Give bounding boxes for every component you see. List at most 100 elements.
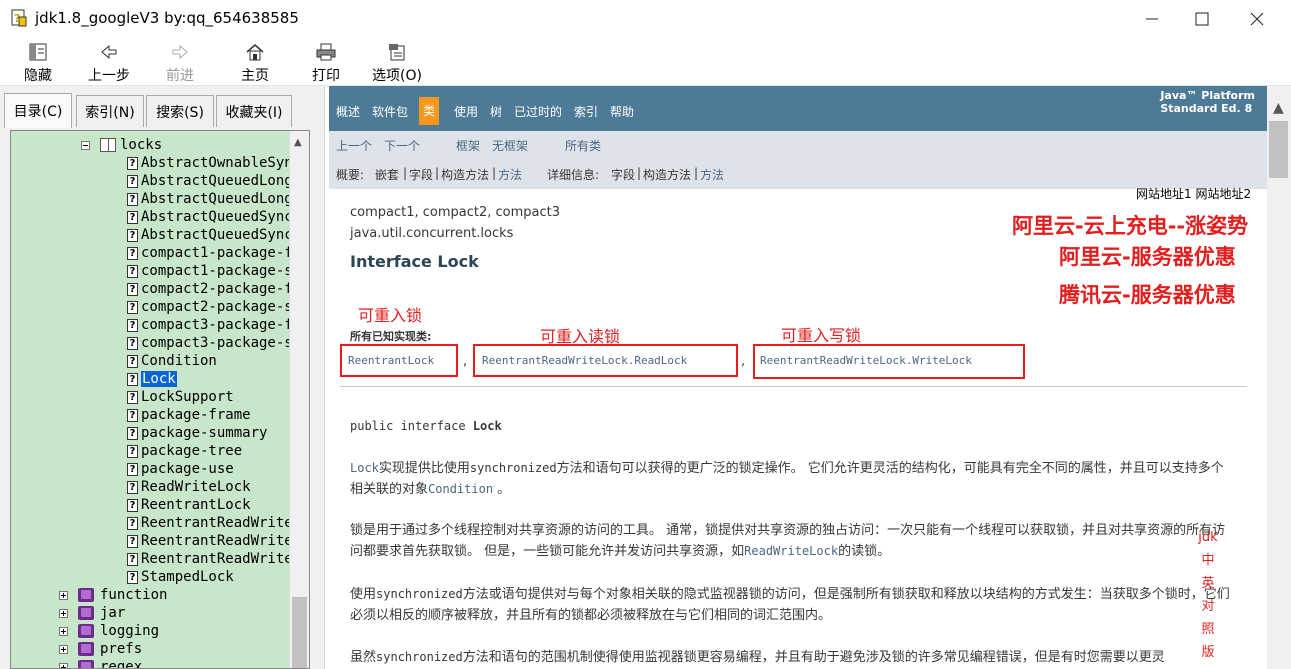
tree-item[interactable]: ? compact2-package-fr [127,280,301,298]
nav-index[interactable]: 索引 [574,103,598,120]
nav-overview[interactable]: 概述 [336,103,360,120]
tree-item[interactable]: ? AbstractQueuedSync [127,226,293,244]
scroll-up-arrow-icon[interactable]: ▲ [1273,100,1284,116]
impl-link-readlock[interactable]: ReentrantReadWriteLock.ReadLock [482,354,687,367]
nav-class[interactable]: 类 [419,97,440,125]
tree-node[interactable]: jar [59,604,125,622]
prev-class-link[interactable]: 上一个 [336,137,372,154]
help-topic-icon: ? [127,210,138,224]
tree-node[interactable]: regex [59,658,142,668]
impl-link-writelock[interactable]: ReentrantReadWriteLock.WriteLock [760,354,972,367]
tab-search[interactable]: 搜索(S) [146,95,214,127]
close-icon [1250,12,1264,26]
minimize-button[interactable] [1127,0,1177,38]
side-annotation-char: 英 [1201,576,1215,591]
expand-icon[interactable] [59,590,68,600]
toolbar: 隐藏 上一步 前进 主页 打印 选项(O) [0,38,1291,86]
no-frames-link[interactable]: 无框架 [492,137,528,154]
tree-list: locks? AbstractOwnableSyn? AbstractQueuedL… [11,131,301,668]
tree-node-locks[interactable]: locks [81,136,162,154]
tree-item[interactable]: ? ReentrantReadWrite [127,532,293,550]
nav-package[interactable]: 软件包 [372,103,408,120]
tab-favorites[interactable]: 收藏夹(I) [216,95,292,127]
tree-item[interactable]: ? ReentrantLock [127,496,251,514]
tree-scroll-thumb[interactable] [292,597,307,668]
tab-contents[interactable]: 目录(C) [4,93,72,128]
tree-item[interactable]: ? AbstractOwnableSyn [127,154,293,172]
tree-node[interactable]: prefs [59,640,142,658]
content-scroll-thumb[interactable] [1269,121,1288,178]
tree-item[interactable]: ? Condition [127,352,217,370]
tab-index[interactable]: 索引(N) [76,95,144,127]
tree-item[interactable]: ? compact1-package-s [127,262,293,280]
ad-line-1[interactable]: 阿里云-云上充电--涨姿势 [1012,210,1248,240]
content-scrollbar[interactable]: ▲ [1267,86,1291,669]
page-title: Interface Lock [350,252,479,271]
tree-item[interactable]: ? ReadWriteLock [127,478,251,496]
tree-scrollbar[interactable]: ▲ [289,131,309,668]
summary-nested: 嵌套 [375,168,400,182]
maximize-button[interactable] [1177,0,1227,38]
tree-item[interactable]: ? ReentrantReadWrite [127,514,293,532]
tree-node[interactable]: function [59,586,167,604]
nav-help[interactable]: 帮助 [610,103,634,120]
help-topic-icon: ? [127,318,138,332]
scroll-up-arrow-icon[interactable]: ▲ [294,137,302,148]
tree-item[interactable]: ? package-tree [127,442,242,460]
nav-use[interactable]: 使用 [454,103,478,120]
tree-item[interactable]: ? LockSupport [127,388,234,406]
tree-item[interactable]: ? AbstractQueuedLong [127,172,293,190]
platform-label: Java™ Platform Standard Ed. 8 [1160,89,1255,115]
help-topic-icon: ? [127,534,138,548]
back-button[interactable]: 上一步 [84,41,134,85]
print-button[interactable]: 打印 [306,41,346,85]
home-button[interactable]: 主页 [235,41,275,85]
help-topic-icon: ? [127,390,138,404]
content-pane: 概述 软件包 类 使用 树 已过时的 索引 帮助 Java™ Platform S… [326,86,1291,669]
nav-deprecated[interactable]: 已过时的 [514,103,562,120]
expand-icon[interactable] [59,662,68,668]
contents-tree[interactable]: locks? AbstractOwnableSyn? AbstractQueuedL… [10,130,310,669]
hide-button[interactable]: 隐藏 [20,41,56,85]
tree-node[interactable]: logging [59,622,159,640]
side-annotation-char: 版 [1201,645,1215,660]
ad-site-links[interactable]: 网站地址1 网站地址2 [1136,185,1251,202]
window-title: jdk1.8_googleV3 by:qq_654638585 [35,9,299,27]
tree-item[interactable]: ? compact3-package-s [127,334,293,352]
close-button[interactable] [1232,0,1282,38]
javadoc-navbar: 概述 软件包 类 使用 树 已过时的 索引 帮助 Java™ Platform S… [329,86,1267,131]
tree-item[interactable]: ? ReentrantReadWrite [127,550,293,568]
tree-item[interactable]: ? package-frame [127,406,251,424]
next-class-link[interactable]: 下一个 [384,137,420,154]
options-button[interactable]: 选项(O) [368,41,426,85]
tree-item[interactable]: ? compact1-package-fr [127,244,301,262]
tree-item[interactable]: ? compact3-package-fr [127,316,301,334]
collapse-icon[interactable] [81,140,90,150]
description-para-1: Lock实现提供比使用synchronized方法和语句可以获得的更广泛的锁定操… [350,461,1224,497]
tree-item[interactable]: ? package-use [127,460,234,478]
nav-tree[interactable]: 树 [490,103,502,120]
tree-item[interactable]: ? compact2-package-s [127,298,293,316]
tree-item[interactable]: ? AbstractQueuedLong [127,190,293,208]
tree-item[interactable]: ? StampedLock [127,568,234,586]
summary-constructor: 构造方法 [441,168,490,182]
all-classes-link[interactable]: 所有类 [565,137,601,154]
expand-icon[interactable] [59,608,68,618]
help-topic-icon: ? [127,192,138,206]
ad-line-3[interactable]: 腾讯云-服务器优惠 [1059,279,1236,309]
tree-item[interactable]: ? AbstractQueuedSync [127,208,293,226]
tree-item[interactable]: ? package-summary [127,424,267,442]
detail-method-link[interactable]: 方法 [700,166,724,183]
impl-link-reentrantlock[interactable]: ReentrantLock [348,354,434,367]
expand-icon[interactable] [59,626,68,636]
expand-icon[interactable] [59,644,68,654]
printer-icon [316,43,336,61]
summary-method-link[interactable]: 方法 [498,166,522,183]
help-topic-icon: ? [127,408,138,422]
forward-button[interactable]: 前进 [160,41,200,85]
tree-item-selected[interactable]: ? Lock [127,370,177,388]
book-icon [78,606,94,620]
side-annotation-char: jdk [1198,530,1218,545]
ad-line-2[interactable]: 阿里云-服务器优惠 [1059,241,1236,271]
frames-link[interactable]: 框架 [456,137,480,154]
